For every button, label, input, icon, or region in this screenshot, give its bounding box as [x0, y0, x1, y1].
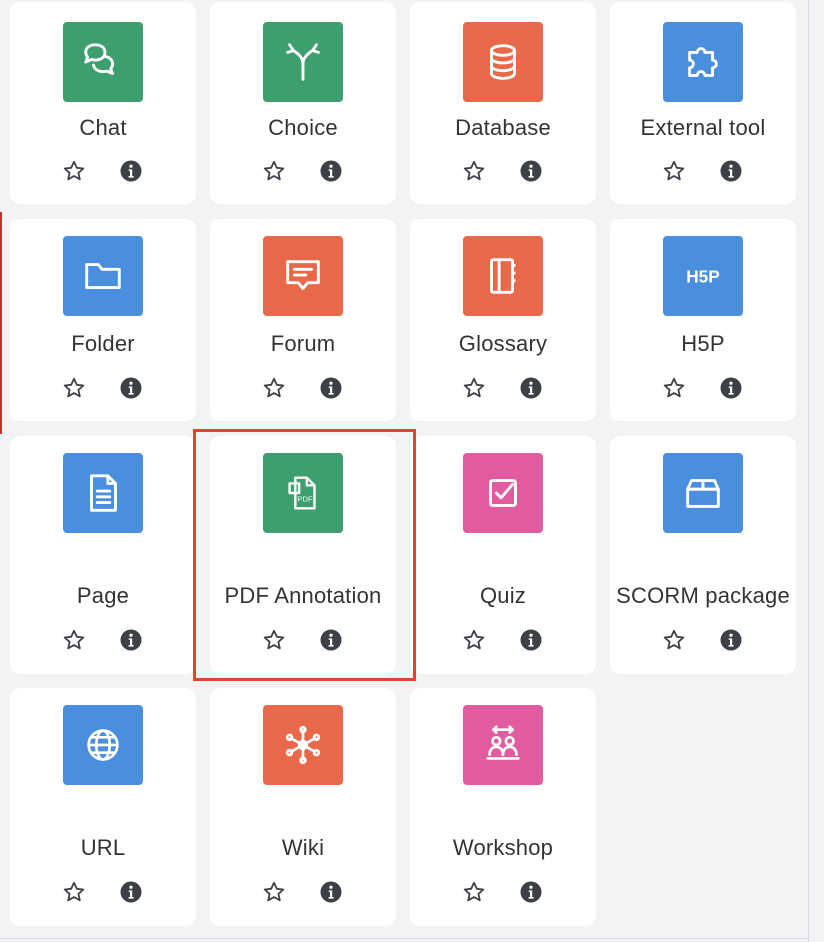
- page-icon: [63, 453, 143, 533]
- activity-label: Chat: [79, 115, 127, 140]
- globe-icon: [63, 705, 143, 785]
- info-circle-icon[interactable]: [717, 374, 745, 402]
- chat-icon: [63, 22, 143, 102]
- activity-label: Page: [76, 583, 130, 608]
- star-outline-icon[interactable]: [60, 157, 88, 185]
- folder-icon: [63, 236, 143, 316]
- info-circle-icon[interactable]: [517, 374, 545, 402]
- info-circle-icon[interactable]: [717, 626, 745, 654]
- activity-tile-page[interactable]: Page: [10, 436, 196, 674]
- activity-label: External tool: [640, 115, 766, 140]
- activity-tile-forum[interactable]: Forum: [210, 219, 396, 421]
- activity-tile-workshop[interactable]: Workshop: [410, 688, 596, 926]
- puzzle-icon: [663, 22, 743, 102]
- bottom-edge-divider: [0, 938, 809, 939]
- star-outline-icon[interactable]: [260, 878, 288, 906]
- star-outline-icon[interactable]: [460, 626, 488, 654]
- info-circle-icon[interactable]: [317, 878, 345, 906]
- activity-label: Wiki: [281, 835, 325, 860]
- activity-label: PDF Annotation: [224, 583, 382, 608]
- info-circle-icon[interactable]: [517, 157, 545, 185]
- info-circle-icon[interactable]: [517, 878, 545, 906]
- star-outline-icon[interactable]: [460, 878, 488, 906]
- info-circle-icon[interactable]: [117, 626, 145, 654]
- quiz-icon: [463, 453, 543, 533]
- activity-label: URL: [80, 835, 126, 860]
- activity-label: Folder: [71, 331, 135, 356]
- info-circle-icon[interactable]: [317, 157, 345, 185]
- workshop-icon: [463, 705, 543, 785]
- activity-label: Choice: [268, 115, 338, 140]
- info-circle-icon[interactable]: [117, 157, 145, 185]
- star-outline-icon[interactable]: [60, 878, 88, 906]
- left-edge-marker: [0, 212, 2, 434]
- forum-icon: [263, 236, 343, 316]
- activity-label: Quiz: [479, 583, 527, 608]
- info-circle-icon[interactable]: [117, 878, 145, 906]
- star-outline-icon[interactable]: [660, 157, 688, 185]
- activity-label: Glossary: [458, 331, 548, 356]
- activity-tile-wiki[interactable]: Wiki: [210, 688, 396, 926]
- star-outline-icon[interactable]: [60, 626, 88, 654]
- activity-label: Workshop: [452, 835, 554, 860]
- glossary-icon: [463, 236, 543, 316]
- activity-tile-h5p[interactable]: H5P H5P: [610, 219, 796, 421]
- activity-chooser-grid: Chat Choice Database External tool Folder For…: [0, 0, 824, 942]
- activity-tile-pdf-annotation[interactable]: PDF PDF Annotation: [210, 436, 396, 674]
- activity-label: Forum: [270, 331, 336, 356]
- activity-label: Database: [455, 115, 551, 140]
- h5p-icon: H5P: [663, 236, 743, 316]
- star-outline-icon[interactable]: [260, 626, 288, 654]
- star-outline-icon[interactable]: [460, 374, 488, 402]
- activity-tile-choice[interactable]: Choice: [210, 2, 396, 204]
- star-outline-icon[interactable]: [60, 374, 88, 402]
- activity-tile-glossary[interactable]: Glossary: [410, 219, 596, 421]
- activity-label: H5P: [681, 331, 725, 356]
- star-outline-icon[interactable]: [660, 626, 688, 654]
- choice-icon: [263, 22, 343, 102]
- activity-tile-chat[interactable]: Chat: [10, 2, 196, 204]
- activity-tile-url[interactable]: URL: [10, 688, 196, 926]
- info-circle-icon[interactable]: [317, 626, 345, 654]
- activity-tile-scorm-package[interactable]: SCORM package: [610, 436, 796, 674]
- svg-text:H5P: H5P: [686, 267, 720, 287]
- scorm-icon: [663, 453, 743, 533]
- star-outline-icon[interactable]: [260, 374, 288, 402]
- info-circle-icon[interactable]: [117, 374, 145, 402]
- svg-text:PDF: PDF: [297, 495, 313, 504]
- activity-tile-database[interactable]: Database: [410, 2, 596, 204]
- star-outline-icon[interactable]: [660, 374, 688, 402]
- star-outline-icon[interactable]: [260, 157, 288, 185]
- star-outline-icon[interactable]: [460, 157, 488, 185]
- scroll-edge-divider: [808, 0, 809, 942]
- pdf-icon: PDF: [263, 453, 343, 533]
- info-circle-icon[interactable]: [317, 374, 345, 402]
- activity-tile-folder[interactable]: Folder: [10, 219, 196, 421]
- activity-label: SCORM package: [616, 583, 790, 608]
- wiki-icon: [263, 705, 343, 785]
- info-circle-icon[interactable]: [717, 157, 745, 185]
- info-circle-icon[interactable]: [517, 626, 545, 654]
- activity-tile-external-tool[interactable]: External tool: [610, 2, 796, 204]
- activity-tile-quiz[interactable]: Quiz: [410, 436, 596, 674]
- database-icon: [463, 22, 543, 102]
